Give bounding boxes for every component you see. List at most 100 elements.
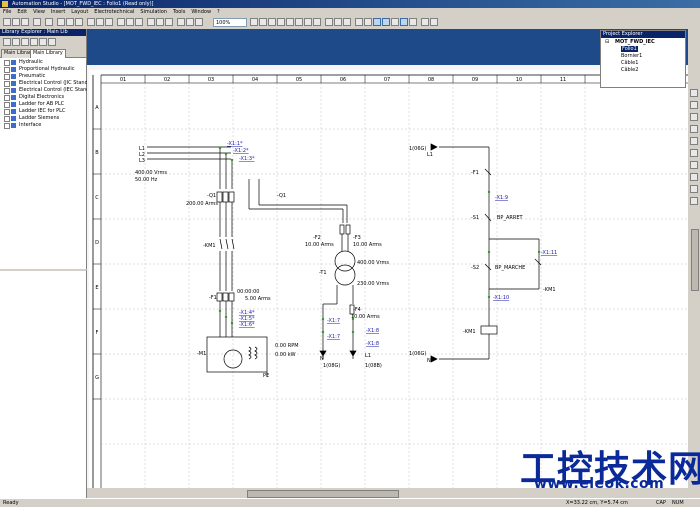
stop-icon[interactable] xyxy=(391,18,399,26)
line-tool-icon[interactable] xyxy=(690,101,698,109)
library-item[interactable]: Electrical Control (IEC Standa xyxy=(0,87,93,94)
zoom-fit-icon[interactable] xyxy=(277,18,285,26)
project-item-folio[interactable]: Folio1 xyxy=(621,46,638,52)
group-tool-icon[interactable] xyxy=(690,185,698,193)
library-item[interactable]: Ladder IEC for PLC xyxy=(0,108,86,115)
menu-window[interactable]: Window xyxy=(188,8,214,17)
library-back-icon[interactable] xyxy=(3,38,11,46)
menu-tools[interactable]: Tools xyxy=(170,8,188,17)
library-item[interactable]: Interface xyxy=(0,122,86,129)
paste-icon[interactable] xyxy=(135,18,143,26)
underline-icon[interactable] xyxy=(75,18,83,26)
text-tool-icon[interactable] xyxy=(690,137,698,145)
vertical-scrollbar-thumb[interactable] xyxy=(691,229,699,291)
library-item[interactable]: Electrical Control (JIC Standa xyxy=(0,80,91,87)
align-left-icon[interactable] xyxy=(87,18,95,26)
menu-insert[interactable]: Insert xyxy=(48,8,68,17)
expand-icon[interactable] xyxy=(4,123,10,129)
menu-simulation[interactable]: Simulation xyxy=(137,8,170,17)
cut-icon[interactable] xyxy=(117,18,125,26)
library-item[interactable]: Pneumatic xyxy=(0,73,86,80)
library-up-icon[interactable] xyxy=(21,38,29,46)
tab-main-library-2[interactable]: Main Library xyxy=(30,49,66,58)
zoom-out-icon[interactable] xyxy=(259,18,267,26)
italic-icon[interactable] xyxy=(66,18,74,26)
terminal-x1-8b[interactable]: -X1:8 xyxy=(366,341,379,347)
rewind-icon[interactable] xyxy=(421,18,429,26)
project-root[interactable]: MOT_FWD_IEC xyxy=(615,39,655,45)
flip-tool-icon[interactable] xyxy=(690,161,698,169)
wire-icon[interactable] xyxy=(334,18,342,26)
pan-icon[interactable] xyxy=(295,18,303,26)
zoom-select[interactable]: 100% xyxy=(213,18,247,27)
component-icon[interactable] xyxy=(325,18,333,26)
terminal-x1-11[interactable]: -X1:11 xyxy=(541,250,557,256)
terminal-x1-8[interactable]: -X1:8 xyxy=(366,328,379,334)
project-item-cable2[interactable]: Câble2 xyxy=(621,67,638,73)
align-right-icon[interactable] xyxy=(105,18,113,26)
library-item[interactable]: Hydraulic xyxy=(0,59,86,66)
terminal-x1-3[interactable]: -X1:3* xyxy=(239,156,255,162)
watermark-url: www.eleok.com xyxy=(534,476,665,492)
step-icon[interactable] xyxy=(382,18,390,26)
horizontal-scrollbar-thumb[interactable] xyxy=(247,490,399,498)
library-forward-icon[interactable] xyxy=(12,38,20,46)
delete-icon[interactable] xyxy=(147,18,155,26)
zoom-window-icon[interactable] xyxy=(268,18,276,26)
menu-help[interactable]: ? xyxy=(214,8,223,17)
rect-tool-icon[interactable] xyxy=(690,113,698,121)
play-icon[interactable] xyxy=(355,18,363,26)
library-view-icon[interactable] xyxy=(48,38,56,46)
library-item[interactable]: Digital Electronics xyxy=(0,94,86,101)
terminal-x1-10[interactable]: -X1:10 xyxy=(493,295,509,301)
menu-file[interactable]: File xyxy=(0,8,14,17)
zoom-in-icon[interactable] xyxy=(250,18,258,26)
simulate-icon[interactable] xyxy=(373,18,381,26)
print-icon[interactable] xyxy=(33,18,41,26)
bold-icon[interactable] xyxy=(57,18,65,26)
preview-icon[interactable] xyxy=(45,18,53,26)
library-item[interactable]: Ladder Siemens xyxy=(0,115,86,122)
diagram-canvas[interactable]: 01 02 03 04 05 06 07 08 09 10 11 A B C D… xyxy=(87,29,688,498)
refresh-icon[interactable] xyxy=(304,18,312,26)
align-tool-icon[interactable] xyxy=(690,173,698,181)
terminal-x1-1[interactable]: -X1:1* xyxy=(227,141,243,147)
library-item[interactable]: Ladder for AB PLC xyxy=(0,101,86,108)
project-item-cable1[interactable]: Câble1 xyxy=(621,60,638,66)
library-search-icon[interactable] xyxy=(39,38,47,46)
menu-electrotechnical[interactable]: Electrotechnical xyxy=(91,8,137,17)
zoom-prev-icon[interactable] xyxy=(313,18,321,26)
library-home-icon[interactable] xyxy=(30,38,38,46)
save-icon[interactable] xyxy=(21,18,29,26)
project-root-icon[interactable]: ⊟ xyxy=(605,39,609,45)
forward-icon[interactable] xyxy=(430,18,438,26)
zoom-page-icon[interactable] xyxy=(286,18,294,26)
undo-icon[interactable] xyxy=(156,18,164,26)
library-item[interactable]: Proportional Hydraulic xyxy=(0,66,86,73)
align-center-icon[interactable] xyxy=(96,18,104,26)
ellipse-tool-icon[interactable] xyxy=(690,125,698,133)
monitor-icon[interactable] xyxy=(400,18,408,26)
open-icon[interactable] xyxy=(12,18,20,26)
find-icon[interactable] xyxy=(177,18,185,26)
terminal-x1-6[interactable]: -X1:6* xyxy=(239,322,255,328)
rotate-tool-icon[interactable] xyxy=(690,149,698,157)
grid-icon[interactable] xyxy=(186,18,194,26)
pause-icon[interactable] xyxy=(364,18,372,26)
select-tool-icon[interactable] xyxy=(690,89,698,97)
terminal-x1-7b[interactable]: -X1:7 xyxy=(327,334,340,340)
project-item-bornier[interactable]: Bornier1 xyxy=(621,53,642,59)
menu-edit[interactable]: Edit xyxy=(14,8,30,17)
terminal-x1-7[interactable]: -X1:7 xyxy=(327,318,340,324)
menu-view[interactable]: View xyxy=(30,8,48,17)
terminal-x1-9[interactable]: -X1:9 xyxy=(495,195,508,201)
terminal-x1-2[interactable]: -X1:2* xyxy=(233,148,249,154)
record-icon[interactable] xyxy=(409,18,417,26)
link-icon[interactable] xyxy=(343,18,351,26)
new-icon[interactable] xyxy=(3,18,11,26)
redo-icon[interactable] xyxy=(165,18,173,26)
layer-icon[interactable] xyxy=(195,18,203,26)
pencil-tool-icon[interactable] xyxy=(690,197,698,205)
copy-icon[interactable] xyxy=(126,18,134,26)
menu-layout[interactable]: Layout xyxy=(68,8,91,17)
